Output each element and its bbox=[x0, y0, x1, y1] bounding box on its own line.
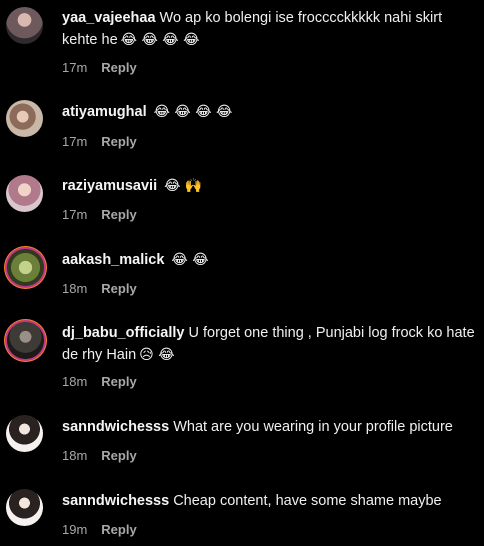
comment-emojis: 😂 🙌 bbox=[164, 178, 203, 194]
reply-button[interactable]: Reply bbox=[101, 207, 136, 222]
comment-timestamp: 19m bbox=[62, 522, 88, 537]
comment-emojis: 😥 😂 bbox=[139, 347, 175, 363]
reply-button[interactable]: Reply bbox=[101, 281, 136, 296]
reply-button[interactable]: Reply bbox=[101, 522, 136, 537]
comment-meta: 17m Reply bbox=[62, 134, 137, 149]
avatar-with-story-ring[interactable] bbox=[7, 249, 44, 286]
comment-meta: 18m Reply bbox=[62, 374, 137, 389]
comment-body: aakash_malick 😂 😂 bbox=[62, 249, 478, 271]
comment-username[interactable]: atiyamughal bbox=[62, 104, 147, 120]
comment-body: yaa_vajeehaa Wo ap ko bolengi ise frocccc… bbox=[62, 7, 478, 51]
comment-username[interactable]: yaa_vajeehaa bbox=[62, 10, 156, 26]
reply-button[interactable]: Reply bbox=[101, 60, 136, 75]
avatar[interactable] bbox=[6, 100, 43, 137]
comment-emojis: 😂 😂 😂 😂 bbox=[120, 32, 200, 48]
comment-username[interactable]: sanndwichesss bbox=[62, 419, 169, 435]
comment-username[interactable]: raziyamusavii bbox=[62, 178, 157, 194]
comment-body: sanndwichesss Cheap content, have some sh… bbox=[62, 490, 478, 512]
comment-username[interactable]: aakash_malick bbox=[62, 252, 164, 268]
comment-timestamp: 17m bbox=[62, 60, 88, 75]
comment-meta: 19m Reply bbox=[62, 522, 137, 537]
comment-body: sanndwichesss What are you wearing in you… bbox=[62, 416, 478, 438]
comment-body: raziyamusavii 😂 🙌 bbox=[62, 175, 478, 197]
comment-body: dj_babu_officially U forget one thing , P… bbox=[62, 322, 478, 366]
reply-button[interactable]: Reply bbox=[101, 134, 136, 149]
comments-list: yaa_vajeehaa Wo ap ko bolengi ise frocccc… bbox=[0, 0, 484, 546]
comment-timestamp: 17m bbox=[62, 207, 88, 222]
comment-meta: 17m Reply bbox=[62, 207, 137, 222]
comment-timestamp: 17m bbox=[62, 134, 88, 149]
comment-timestamp: 18m bbox=[62, 374, 88, 389]
comment-timestamp: 18m bbox=[62, 281, 88, 296]
comment-text: Cheap content, have some shame maybe bbox=[173, 493, 442, 509]
comment-meta: 18m Reply bbox=[62, 448, 137, 463]
comment-meta: 17m Reply bbox=[62, 60, 137, 75]
comment-username[interactable]: dj_babu_officially bbox=[62, 325, 184, 341]
comment-emojis: 😂 😂 bbox=[171, 252, 209, 268]
reply-button[interactable]: Reply bbox=[101, 374, 136, 389]
comment-text: What are you wearing in your profile pic… bbox=[173, 419, 453, 435]
avatar[interactable] bbox=[6, 175, 43, 212]
reply-button[interactable]: Reply bbox=[101, 448, 136, 463]
comment-meta: 18m Reply bbox=[62, 281, 137, 296]
comment-emojis: 😂 😂 😂 😂 bbox=[153, 104, 233, 120]
avatar-with-story-ring[interactable] bbox=[7, 322, 44, 359]
avatar[interactable] bbox=[6, 415, 43, 452]
avatar[interactable] bbox=[6, 7, 43, 44]
comment-body: atiyamughal 😂 😂 😂 😂 bbox=[62, 101, 478, 123]
comment-timestamp: 18m bbox=[62, 448, 88, 463]
comment-username[interactable]: sanndwichesss bbox=[62, 493, 169, 509]
avatar[interactable] bbox=[6, 489, 43, 526]
